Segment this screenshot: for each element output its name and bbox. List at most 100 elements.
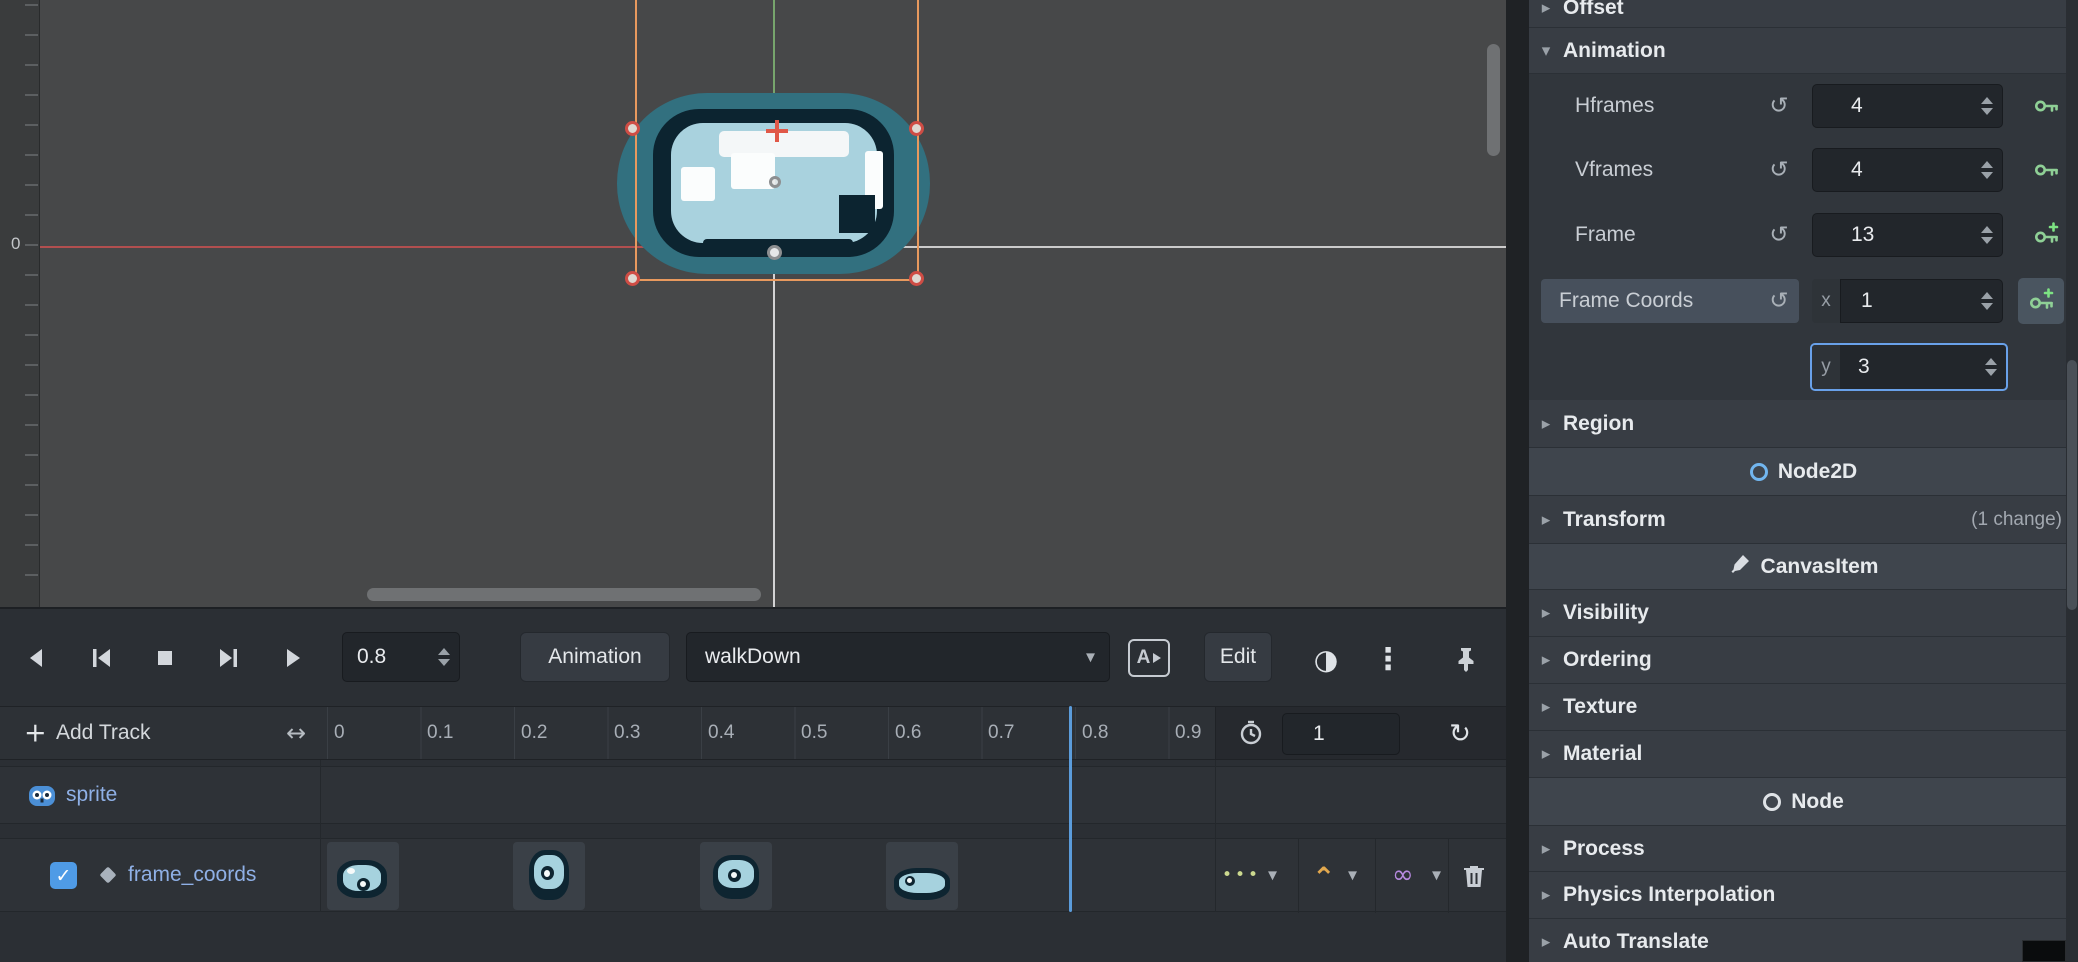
key-icon[interactable] xyxy=(2026,150,2066,190)
section-label: Material xyxy=(1563,742,1642,766)
tick-label: 0 xyxy=(334,722,345,744)
keyframe[interactable] xyxy=(327,842,399,910)
section-label: Visibility xyxy=(1563,601,1649,625)
timeline-ruler[interactable]: 0 0.1 0.2 0.3 0.4 0.5 0.6 0.7 0.8 0.9 xyxy=(327,707,1215,759)
spinner[interactable] xyxy=(1981,97,1993,115)
track-enabled-checkbox[interactable]: ✓ xyxy=(50,862,77,889)
key-add-icon[interactable] xyxy=(2026,215,2066,255)
add-track-button[interactable]: Add Track xyxy=(56,721,151,745)
inspector-scrollbar[interactable] xyxy=(2066,0,2078,962)
track-name-label[interactable]: frame_coords xyxy=(128,863,256,887)
scrollbar-thumb[interactable] xyxy=(2067,360,2077,610)
snap-clock-icon[interactable] xyxy=(1238,720,1264,746)
section-process[interactable]: ▸ Process xyxy=(1529,826,2078,872)
onion-skinning-button[interactable]: ◑ xyxy=(1304,637,1348,681)
section-transform[interactable]: ▸ Transform (1 change) xyxy=(1529,496,2078,544)
keyframe[interactable] xyxy=(513,842,585,910)
divider xyxy=(1448,839,1449,913)
edit-button[interactable]: Edit xyxy=(1204,632,1272,682)
property-frame-coords: Frame Coords ↺ x 1 xyxy=(1529,268,2078,334)
frame-input[interactable]: 13 xyxy=(1812,213,2003,257)
keyframe[interactable] xyxy=(700,842,772,910)
pin-icon[interactable] xyxy=(1444,637,1488,681)
menu-icon[interactable]: ⋮ xyxy=(1368,637,1408,681)
playback-position-field[interactable]: 0.8 xyxy=(342,632,460,682)
section-visibility[interactable]: ▸ Visibility xyxy=(1529,590,2078,637)
revert-icon[interactable]: ↺ xyxy=(1763,157,1795,183)
scale-handle-bottom-right[interactable] xyxy=(909,271,924,286)
section-material[interactable]: ▸ Material xyxy=(1529,731,2078,778)
ruler-ticks xyxy=(25,4,38,604)
section-ordering[interactable]: ▸ Ordering xyxy=(1529,637,2078,684)
chevron-right-icon: ▸ xyxy=(1529,650,1563,670)
chevron-right-icon: ▸ xyxy=(1529,414,1563,434)
play-button[interactable] xyxy=(272,632,314,684)
frame-coords-y-input[interactable]: y 3 xyxy=(1810,343,2008,391)
chevron-right-icon: ▸ xyxy=(1529,603,1563,623)
check-icon: ✓ xyxy=(56,865,72,887)
frame-coords-x-input[interactable]: 1 xyxy=(1840,279,2003,323)
center-handle[interactable] xyxy=(769,176,781,188)
play-backwards-button[interactable] xyxy=(16,632,58,684)
origin-handle[interactable] xyxy=(767,245,782,260)
section-auto-translate[interactable]: ▸ Auto Translate xyxy=(1529,919,2078,962)
pan-timeline-icon[interactable]: ↔ xyxy=(286,719,306,747)
step-back-button[interactable] xyxy=(80,632,122,684)
revert-icon[interactable]: ↺ xyxy=(1763,288,1795,314)
viewport-vscrollbar[interactable] xyxy=(1487,44,1500,156)
section-animation[interactable]: ▾ Animation xyxy=(1529,28,2078,74)
scale-handle-right[interactable] xyxy=(909,121,924,136)
controls-column-divider xyxy=(1215,760,1216,912)
revert-icon[interactable]: ↺ xyxy=(1763,222,1795,248)
animation-select[interactable]: walkDown ▾ xyxy=(686,632,1110,682)
delete-track-icon[interactable] xyxy=(1462,863,1486,889)
update-mode-icon[interactable]: ••• xyxy=(1222,865,1261,885)
track-row-node[interactable]: sprite xyxy=(0,766,1506,824)
revert-icon[interactable]: ↺ xyxy=(1763,93,1795,119)
keyframe-sprite xyxy=(907,878,912,883)
autoplay-on-load-button[interactable]: A xyxy=(1128,639,1170,677)
section-physics-interpolation[interactable]: ▸ Physics Interpolation xyxy=(1529,872,2078,919)
section-label: Region xyxy=(1563,412,1634,436)
section-offset[interactable]: ▸ Offset xyxy=(1529,0,2078,28)
loop-toggle-icon[interactable]: ↻ xyxy=(1438,715,1482,753)
animation-length-field[interactable]: 1 xyxy=(1282,713,1400,755)
loop-wrap-mode-icon[interactable]: ∞ xyxy=(1392,860,1414,890)
track-row-frame-coords[interactable]: ✓ frame_coords • xyxy=(0,838,1506,912)
playhead[interactable] xyxy=(1069,706,1072,912)
canvas-viewport[interactable]: 0 xyxy=(0,0,1506,607)
divider xyxy=(1375,839,1376,913)
section-label: Process xyxy=(1563,837,1645,861)
key-icon[interactable] xyxy=(2026,86,2066,126)
animation-menu-button[interactable]: Animation xyxy=(520,632,670,682)
keyframe-sprite xyxy=(731,872,737,878)
section-region[interactable]: ▸ Region xyxy=(1529,400,2078,448)
frame-value: 13 xyxy=(1851,223,1874,247)
property-frame-coords-y: y 3 xyxy=(1529,334,2078,400)
property-label: Frame Coords xyxy=(1559,289,1693,313)
spinner[interactable] xyxy=(1981,161,1993,179)
animation-menu-label: Animation xyxy=(548,645,641,669)
interpolation-mode-icon[interactable]: ⌃ xyxy=(1312,861,1335,894)
node-name-label[interactable]: sprite xyxy=(66,783,117,807)
position-spinner[interactable] xyxy=(438,648,450,666)
animation-name: walkDown xyxy=(705,645,801,669)
viewport-hscrollbar[interactable] xyxy=(367,588,761,601)
keyframe[interactable] xyxy=(886,842,958,910)
spinner[interactable] xyxy=(1985,358,1997,376)
step-forward-button[interactable] xyxy=(208,632,250,684)
chevron-right-icon: ▸ xyxy=(1529,510,1563,530)
section-texture[interactable]: ▸ Texture xyxy=(1529,684,2078,731)
stop-button[interactable] xyxy=(144,632,186,684)
spinner[interactable] xyxy=(1981,292,1993,310)
chevron-down-icon[interactable]: ▾ xyxy=(1268,865,1277,886)
vframes-input[interactable]: 4 xyxy=(1812,148,2003,192)
spinner[interactable] xyxy=(1981,226,1993,244)
key-add-button[interactable] xyxy=(2018,278,2064,324)
category-canvasitem: CanvasItem xyxy=(1529,544,2078,590)
hframes-input[interactable]: 4 xyxy=(1812,84,2003,128)
keyframe-sprite xyxy=(544,870,550,877)
chevron-right-icon: ▸ xyxy=(1529,0,1563,18)
scale-handle-bottom-left[interactable] xyxy=(625,271,640,286)
scale-handle-left[interactable] xyxy=(625,121,640,136)
